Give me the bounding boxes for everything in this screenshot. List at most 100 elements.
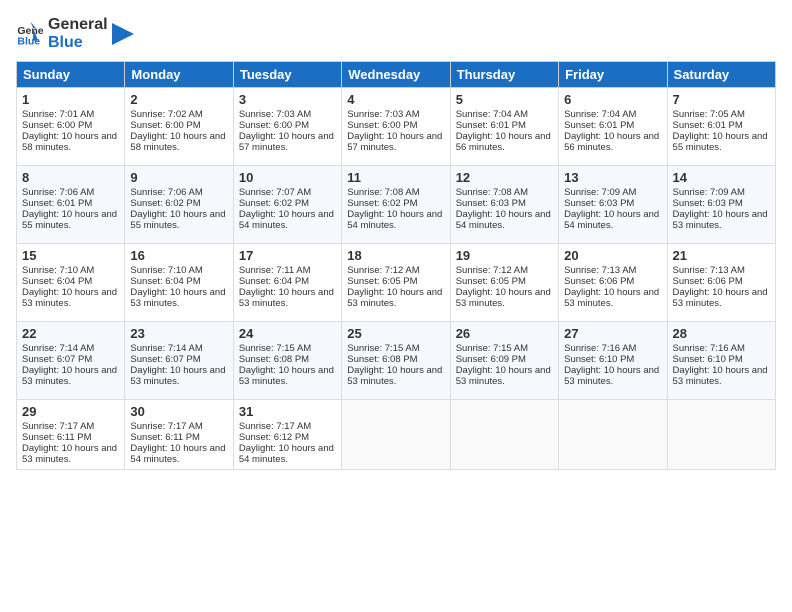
daylight: Daylight: 10 hours and 58 minutes.	[130, 131, 225, 153]
sunset: Sunset: 6:01 PM	[22, 198, 92, 209]
daylight: Daylight: 10 hours and 53 minutes.	[239, 287, 334, 309]
day-number: 16	[130, 248, 227, 263]
calendar-cell	[342, 400, 450, 470]
daylight: Daylight: 10 hours and 54 minutes.	[239, 443, 334, 465]
sunrise: Sunrise: 7:09 AM	[673, 187, 745, 198]
sunset: Sunset: 6:10 PM	[564, 354, 634, 365]
sunrise: Sunrise: 7:14 AM	[130, 343, 202, 354]
daylight: Daylight: 10 hours and 55 minutes.	[673, 131, 768, 153]
sunset: Sunset: 6:01 PM	[673, 120, 743, 131]
sunrise: Sunrise: 7:12 AM	[456, 265, 528, 276]
calendar-cell: 4Sunrise: 7:03 AMSunset: 6:00 PMDaylight…	[342, 88, 450, 166]
calendar-table: SundayMondayTuesdayWednesdayThursdayFrid…	[16, 61, 776, 470]
day-number: 23	[130, 326, 227, 341]
logo-general: General	[48, 16, 108, 34]
day-number: 1	[22, 92, 119, 107]
sunset: Sunset: 6:04 PM	[22, 276, 92, 287]
calendar-week-4: 29Sunrise: 7:17 AMSunset: 6:11 PMDayligh…	[17, 400, 776, 470]
sunset: Sunset: 6:11 PM	[130, 432, 200, 443]
sunset: Sunset: 6:02 PM	[130, 198, 200, 209]
col-header-sunday: Sunday	[17, 62, 125, 88]
sunrise: Sunrise: 7:01 AM	[22, 109, 94, 120]
sunrise: Sunrise: 7:07 AM	[239, 187, 311, 198]
sunset: Sunset: 6:06 PM	[564, 276, 634, 287]
sunrise: Sunrise: 7:09 AM	[564, 187, 636, 198]
daylight: Daylight: 10 hours and 53 minutes.	[130, 365, 225, 387]
day-number: 25	[347, 326, 444, 341]
logo-arrow-icon	[112, 23, 134, 45]
daylight: Daylight: 10 hours and 53 minutes.	[130, 287, 225, 309]
sunrise: Sunrise: 7:17 AM	[22, 421, 94, 432]
calendar-cell: 25Sunrise: 7:15 AMSunset: 6:08 PMDayligh…	[342, 322, 450, 400]
sunrise: Sunrise: 7:05 AM	[673, 109, 745, 120]
day-number: 29	[22, 404, 119, 419]
daylight: Daylight: 10 hours and 53 minutes.	[239, 365, 334, 387]
sunrise: Sunrise: 7:15 AM	[456, 343, 528, 354]
day-number: 3	[239, 92, 336, 107]
calendar-cell: 29Sunrise: 7:17 AMSunset: 6:11 PMDayligh…	[17, 400, 125, 470]
sunset: Sunset: 6:04 PM	[239, 276, 309, 287]
day-number: 8	[22, 170, 119, 185]
daylight: Daylight: 10 hours and 53 minutes.	[347, 287, 442, 309]
sunset: Sunset: 6:00 PM	[347, 120, 417, 131]
sunrise: Sunrise: 7:16 AM	[564, 343, 636, 354]
sunset: Sunset: 6:11 PM	[22, 432, 92, 443]
day-number: 11	[347, 170, 444, 185]
sunset: Sunset: 6:07 PM	[22, 354, 92, 365]
sunrise: Sunrise: 7:12 AM	[347, 265, 419, 276]
sunrise: Sunrise: 7:10 AM	[130, 265, 202, 276]
logo-blue: Blue	[48, 34, 108, 52]
daylight: Daylight: 10 hours and 53 minutes.	[673, 287, 768, 309]
calendar-cell: 2Sunrise: 7:02 AMSunset: 6:00 PMDaylight…	[125, 88, 233, 166]
calendar-cell: 5Sunrise: 7:04 AMSunset: 6:01 PMDaylight…	[450, 88, 558, 166]
day-number: 12	[456, 170, 553, 185]
day-number: 10	[239, 170, 336, 185]
sunrise: Sunrise: 7:04 AM	[564, 109, 636, 120]
calendar-header-row: SundayMondayTuesdayWednesdayThursdayFrid…	[17, 62, 776, 88]
calendar-cell: 3Sunrise: 7:03 AMSunset: 6:00 PMDaylight…	[233, 88, 341, 166]
day-number: 14	[673, 170, 770, 185]
col-header-wednesday: Wednesday	[342, 62, 450, 88]
day-number: 18	[347, 248, 444, 263]
daylight: Daylight: 10 hours and 54 minutes.	[347, 209, 442, 231]
page-container: General Blue General Blue SundayMondayTu…	[0, 0, 792, 478]
calendar-cell	[559, 400, 667, 470]
sunset: Sunset: 6:05 PM	[347, 276, 417, 287]
sunset: Sunset: 6:08 PM	[347, 354, 417, 365]
svg-text:Blue: Blue	[17, 35, 40, 47]
sunset: Sunset: 6:00 PM	[239, 120, 309, 131]
day-number: 15	[22, 248, 119, 263]
sunrise: Sunrise: 7:11 AM	[239, 265, 311, 276]
day-number: 13	[564, 170, 661, 185]
sunset: Sunset: 6:05 PM	[456, 276, 526, 287]
daylight: Daylight: 10 hours and 53 minutes.	[673, 365, 768, 387]
sunrise: Sunrise: 7:13 AM	[673, 265, 745, 276]
daylight: Daylight: 10 hours and 55 minutes.	[22, 209, 117, 231]
daylight: Daylight: 10 hours and 58 minutes.	[22, 131, 117, 153]
day-number: 22	[22, 326, 119, 341]
day-number: 19	[456, 248, 553, 263]
calendar-cell: 17Sunrise: 7:11 AMSunset: 6:04 PMDayligh…	[233, 244, 341, 322]
calendar-week-3: 22Sunrise: 7:14 AMSunset: 6:07 PMDayligh…	[17, 322, 776, 400]
day-number: 7	[673, 92, 770, 107]
day-number: 2	[130, 92, 227, 107]
sunset: Sunset: 6:09 PM	[456, 354, 526, 365]
sunset: Sunset: 6:04 PM	[130, 276, 200, 287]
sunrise: Sunrise: 7:06 AM	[22, 187, 94, 198]
calendar-cell: 26Sunrise: 7:15 AMSunset: 6:09 PMDayligh…	[450, 322, 558, 400]
day-number: 4	[347, 92, 444, 107]
sunset: Sunset: 6:07 PM	[130, 354, 200, 365]
sunset: Sunset: 6:02 PM	[347, 198, 417, 209]
calendar-week-2: 15Sunrise: 7:10 AMSunset: 6:04 PMDayligh…	[17, 244, 776, 322]
calendar-cell: 1Sunrise: 7:01 AMSunset: 6:00 PMDaylight…	[17, 88, 125, 166]
col-header-tuesday: Tuesday	[233, 62, 341, 88]
calendar-cell: 31Sunrise: 7:17 AMSunset: 6:12 PMDayligh…	[233, 400, 341, 470]
calendar-cell: 11Sunrise: 7:08 AMSunset: 6:02 PMDayligh…	[342, 166, 450, 244]
calendar-cell: 9Sunrise: 7:06 AMSunset: 6:02 PMDaylight…	[125, 166, 233, 244]
day-number: 21	[673, 248, 770, 263]
sunrise: Sunrise: 7:17 AM	[239, 421, 311, 432]
daylight: Daylight: 10 hours and 55 minutes.	[130, 209, 225, 231]
calendar-cell: 13Sunrise: 7:09 AMSunset: 6:03 PMDayligh…	[559, 166, 667, 244]
daylight: Daylight: 10 hours and 53 minutes.	[22, 287, 117, 309]
daylight: Daylight: 10 hours and 54 minutes.	[130, 443, 225, 465]
